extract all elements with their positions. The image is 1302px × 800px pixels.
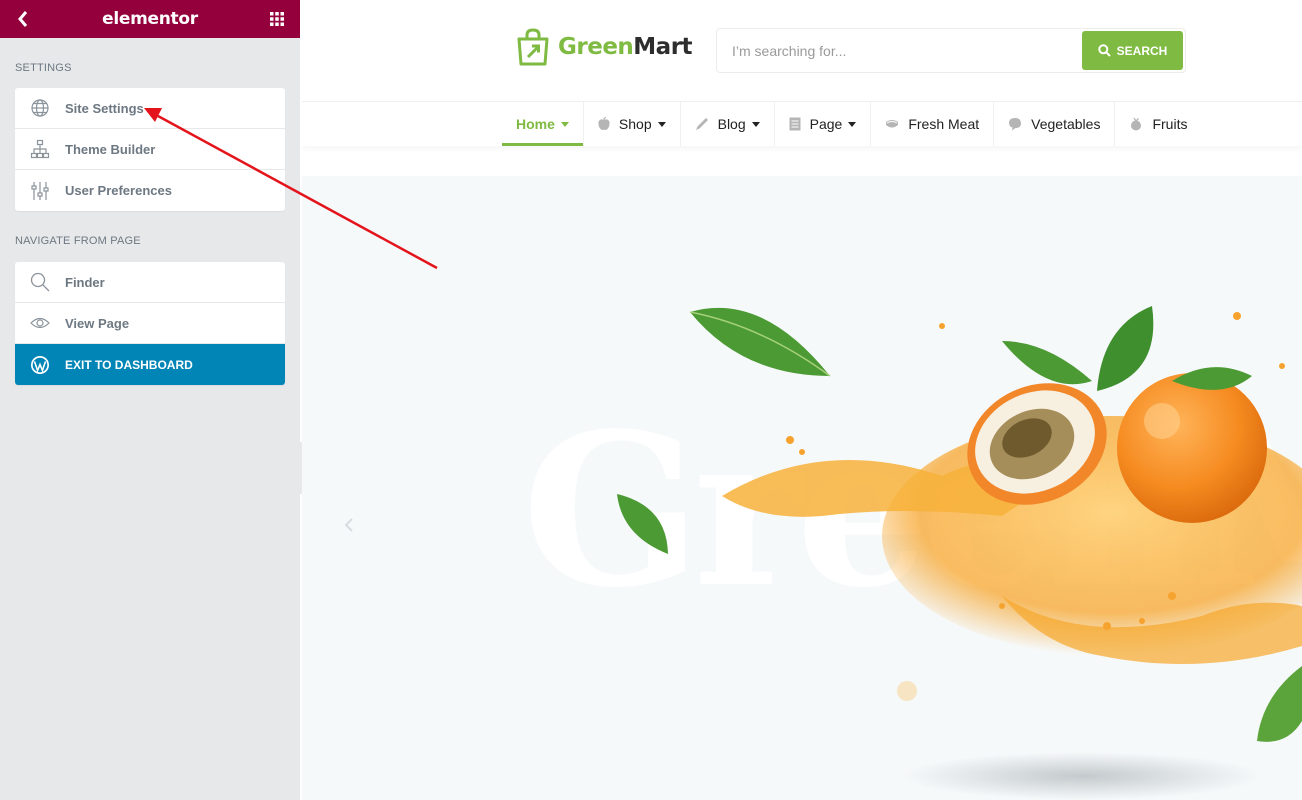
search-button[interactable]: SEARCH bbox=[1082, 31, 1183, 70]
globe-icon bbox=[30, 98, 50, 118]
search-icon bbox=[30, 272, 50, 292]
search-icon bbox=[1097, 44, 1111, 57]
menu-item-label: View Page bbox=[65, 315, 130, 331]
nav-item-blog[interactable]: Blog bbox=[681, 102, 775, 146]
menu-item-theme-builder[interactable]: Theme Builder bbox=[15, 129, 285, 170]
menu-item-view-page[interactable]: View Page bbox=[15, 303, 285, 344]
nav-item-fruits[interactable]: Fruits bbox=[1115, 102, 1201, 146]
menu-item-finder[interactable]: Finder bbox=[15, 262, 285, 303]
menu-item-site-settings[interactable]: Site Settings bbox=[15, 88, 285, 129]
nav-item-label: Fresh Meat bbox=[908, 116, 980, 132]
nav-item-shop[interactable]: Shop bbox=[584, 102, 681, 146]
settings-menu: Site Settings Theme Builder User Prefere… bbox=[15, 88, 285, 211]
slider-prev-button[interactable] bbox=[334, 510, 364, 540]
elementor-logo: elementor bbox=[102, 9, 198, 29]
search-input[interactable] bbox=[717, 30, 1082, 71]
caret-down-icon bbox=[657, 121, 666, 127]
apple-icon bbox=[598, 117, 610, 131]
caret-down-icon bbox=[751, 121, 760, 127]
nav-item-label: Vegetables bbox=[1031, 116, 1101, 132]
navigate-menu: Finder View Page EXIT TO DASHBOARD bbox=[15, 262, 285, 385]
eye-icon bbox=[30, 313, 50, 333]
nav-item-page[interactable]: Page bbox=[775, 102, 872, 146]
orange-fruit bbox=[1117, 373, 1267, 523]
nav-item-home[interactable]: Home bbox=[502, 102, 584, 146]
pencil-icon bbox=[695, 117, 709, 131]
back-button[interactable] bbox=[13, 9, 33, 29]
nav-item-label: Page bbox=[809, 116, 843, 132]
caret-down-icon bbox=[848, 121, 857, 127]
document-icon bbox=[789, 117, 801, 131]
nav-item-fresh-meat[interactable]: Fresh Meat bbox=[871, 102, 995, 146]
nav-item-label: Home bbox=[516, 116, 555, 132]
sitemap-icon bbox=[30, 139, 50, 159]
fruit-icon bbox=[1129, 117, 1143, 131]
nav-item-label: Blog bbox=[717, 116, 746, 132]
menu-item-label: Theme Builder bbox=[65, 141, 156, 157]
widgets-menu-button[interactable] bbox=[267, 9, 287, 29]
menu-item-user-preferences[interactable]: User Preferences bbox=[15, 170, 285, 211]
meat-icon bbox=[885, 118, 899, 130]
sliders-icon bbox=[30, 181, 50, 201]
settings-section-title: SETTINGS bbox=[15, 62, 72, 74]
elementor-panel: elementor SETTINGS Site Settings Theme B… bbox=[0, 0, 300, 800]
exit-to-dashboard-button[interactable]: EXIT TO DASHBOARD bbox=[15, 344, 285, 385]
menu-item-label: EXIT TO DASHBOARD bbox=[65, 357, 193, 372]
menu-item-label: User Preferences bbox=[65, 183, 172, 198]
main-navigation: Home Shop Blog Page Fresh Meat Vegetable… bbox=[302, 102, 1302, 146]
nav-item-label: Fruits bbox=[1152, 116, 1188, 132]
search-bar: SEARCH bbox=[716, 28, 1186, 73]
chevron-left-icon bbox=[18, 11, 28, 27]
hero-illustration bbox=[617, 306, 1302, 800]
menu-item-label: Site Settings bbox=[65, 100, 144, 116]
nav-item-vegetables[interactable]: Vegetables bbox=[994, 102, 1116, 146]
wordpress-icon bbox=[30, 355, 50, 375]
panel-header: elementor bbox=[0, 0, 300, 38]
grid-icon bbox=[269, 12, 284, 26]
site-preview: GreenMart SEARCH Home Shop Blog bbox=[302, 0, 1302, 800]
chevron-left-icon bbox=[344, 518, 353, 532]
brand-name: GreenMart bbox=[558, 34, 693, 60]
hero-slider: GreenMart bbox=[302, 176, 1302, 800]
shopping-bag-icon bbox=[517, 28, 549, 66]
vegetable-icon bbox=[1008, 117, 1022, 131]
search-button-label: SEARCH bbox=[1116, 43, 1168, 58]
site-logo[interactable]: GreenMart bbox=[516, 28, 693, 66]
navigate-section-title: NAVIGATE FROM PAGE bbox=[15, 235, 141, 247]
brand-name-part1: Green bbox=[558, 34, 634, 60]
menu-item-label: Finder bbox=[65, 274, 105, 290]
site-header: GreenMart SEARCH bbox=[302, 0, 1302, 102]
nav-item-label: Shop bbox=[618, 116, 652, 132]
caret-down-icon bbox=[560, 121, 569, 127]
ground-shadow bbox=[902, 752, 1262, 800]
brand-name-part2: Mart bbox=[633, 34, 693, 60]
